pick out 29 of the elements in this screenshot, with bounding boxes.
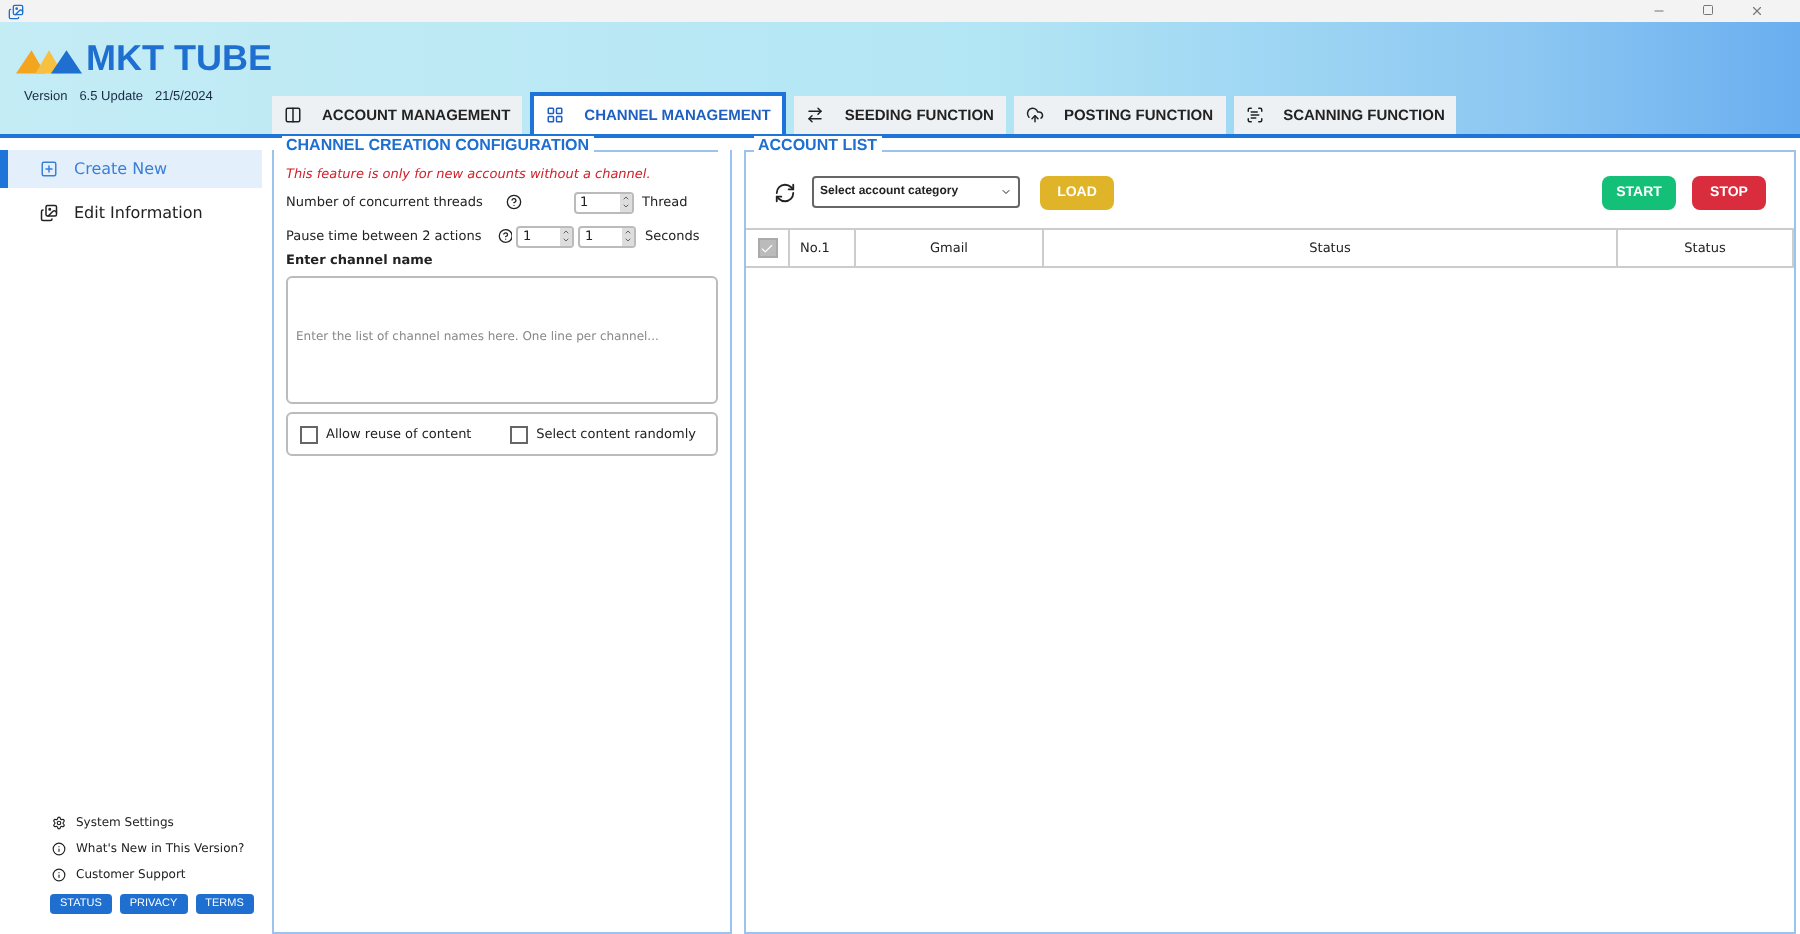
sidebar-item[interactable]: Edit Information — [0, 194, 262, 232]
checkbox[interactable] — [510, 425, 529, 443]
app-icon — [8, 3, 24, 19]
info-icon — [52, 868, 66, 882]
spin-arrows-icon[interactable] — [620, 193, 632, 211]
checkbox[interactable] — [300, 425, 318, 443]
arrows-icon — [806, 106, 825, 124]
close-icon[interactable] — [1750, 4, 1764, 18]
settings-icon — [52, 816, 66, 830]
maximize-icon[interactable] — [1702, 4, 1714, 16]
info-icon — [52, 842, 66, 856]
spin-arrows-icon[interactable] — [560, 227, 573, 245]
help-icon[interactable] — [497, 228, 513, 244]
panel-title: CHANNEL CREATION CONFIGURATION — [282, 136, 594, 154]
logo-icon — [16, 45, 82, 73]
select-all-checkbox[interactable] — [757, 238, 777, 258]
app-name: MKT TUBE — [86, 38, 272, 80]
refresh-icon[interactable] — [774, 181, 796, 203]
help-icon[interactable] — [506, 194, 522, 210]
dropdown-caret-icon — [1000, 186, 1012, 198]
cloud-upload-icon — [1025, 106, 1044, 124]
scan-icon — [1245, 106, 1264, 124]
panel-title: ACCOUNT LIST — [754, 136, 882, 154]
sidebar-item[interactable]: Create New — [0, 150, 262, 188]
grid-icon — [546, 106, 565, 124]
images-icon — [40, 204, 58, 222]
add-icon — [40, 160, 58, 178]
panel-icon — [284, 106, 302, 124]
spin-arrows-icon[interactable] — [622, 227, 635, 245]
